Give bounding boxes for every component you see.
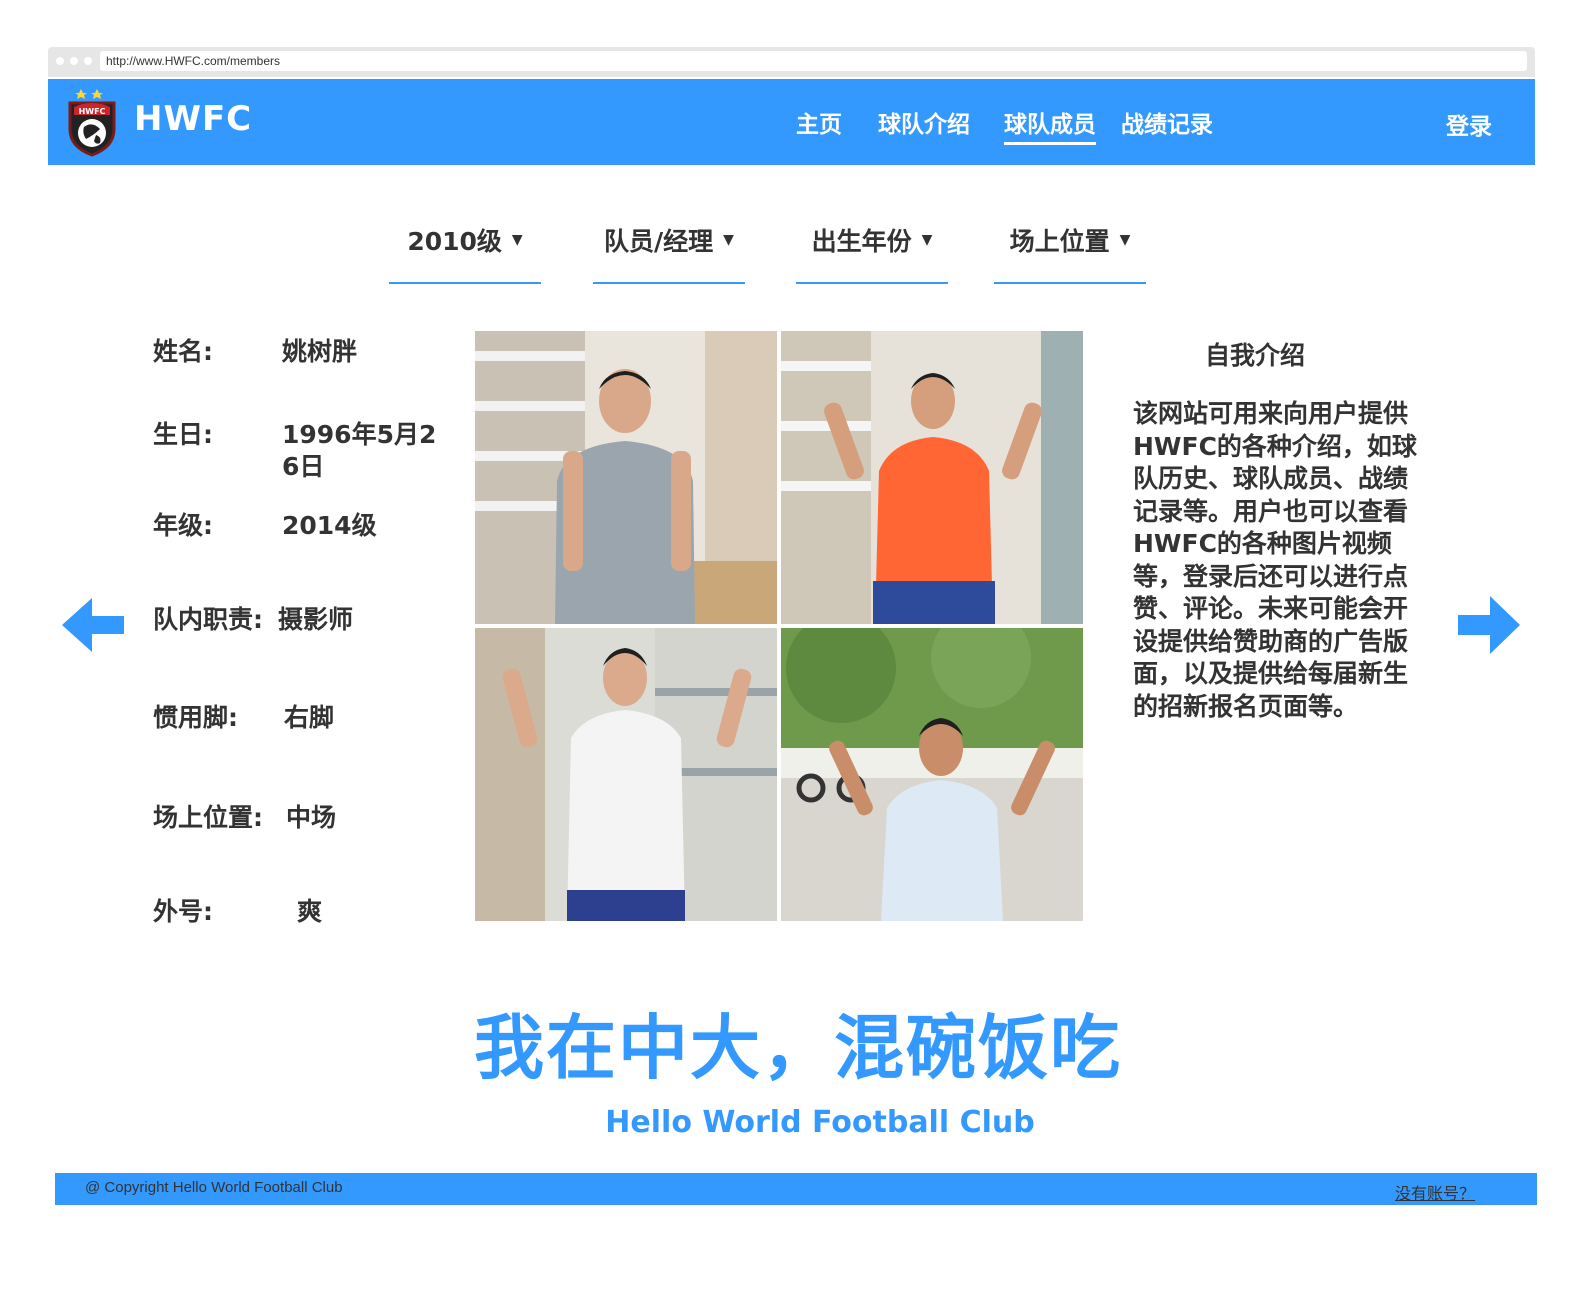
member-photo[interactable] [475,331,777,624]
caret-down-icon: ▼ [723,232,734,248]
caret-down-icon: ▼ [1119,232,1131,248]
grade-value: 2014级 [282,511,377,540]
browser-address-bar: http://www.HWFC.com/members [48,47,1535,77]
position-value: 中场 [286,803,337,832]
nav-match-records[interactable]: 战绩记录 [1121,105,1213,139]
copyright-text: @ Copyright Hello World Football Club [85,1179,343,1196]
url-field[interactable]: http://www.HWFC.com/members [100,51,1527,71]
role-value: 摄影师 [278,605,354,634]
brand-title[interactable]: HWFC [134,99,252,139]
window-dot[interactable] [70,57,78,65]
name-value: 姚树胖 [282,337,358,366]
birthday-value: 1996年5月26日 [282,420,437,481]
filter-position-label: 场上位置 [1009,227,1110,256]
slogan: 我在中大，混碗饭吃 [474,1007,1122,1089]
member-photo-grid [475,331,1084,921]
grade-label: 年级: [153,511,213,540]
intro-title: 自我介绍 [1205,341,1306,370]
member-photo[interactable] [781,331,1083,624]
arrow-right-icon[interactable] [1456,592,1522,658]
logo-shield-icon[interactable]: HWFC [64,85,120,157]
birthday-label: 生日: [153,420,213,449]
member-photo[interactable] [781,628,1083,921]
foot-label: 惯用脚: [153,703,238,732]
club-name: Hello World Football Club [605,1105,1035,1140]
name-label: 姓名: [153,337,213,366]
caret-down-icon: ▼ [921,232,933,248]
filter-birth-year-dropdown[interactable]: 出生年份 ▼ [796,222,948,284]
caret-down-icon: ▼ [511,232,523,248]
filter-birth-year-label: 出生年份 [811,227,912,256]
filter-role-dropdown[interactable]: 队员/经理 ▼ [593,222,745,284]
position-label: 场上位置: [153,803,263,832]
intro-text: 该网站可用来向用户提供HWFC的各种介绍，如球队历史、球队成员、战绩记录等。用户… [1133,399,1417,721]
member-photo[interactable] [475,628,777,921]
window-controls [56,57,92,65]
filter-position-dropdown[interactable]: 场上位置 ▼ [994,222,1146,284]
footer-bar: @ Copyright Hello World Football Club 没有… [55,1173,1537,1205]
nickname-value: 爽 [297,897,323,926]
logo-text: HWFC [79,107,106,116]
arrow-left-icon[interactable] [60,592,126,658]
filter-role-label: 队员/经理 [604,227,714,256]
filter-grade-dropdown[interactable]: 2010级 ▼ [389,222,541,284]
window-dot[interactable] [56,57,64,65]
signup-link[interactable]: 没有账号？ [1395,1180,1475,1204]
role-label: 队内职责: [153,605,263,634]
nav-team-members[interactable]: 球队成员 [1004,105,1096,145]
top-navbar: HWFC HWFC 主页 球队介绍 球队成员 战绩记录 登录 [48,79,1535,165]
nav-team-intro[interactable]: 球队介绍 [878,105,970,139]
nav-home[interactable]: 主页 [796,105,842,139]
nickname-label: 外号: [153,897,213,926]
foot-value: 右脚 [284,703,335,732]
filter-grade-label: 2010级 [407,227,502,256]
login-link[interactable]: 登录 [1446,107,1492,141]
window-dot[interactable] [84,57,92,65]
